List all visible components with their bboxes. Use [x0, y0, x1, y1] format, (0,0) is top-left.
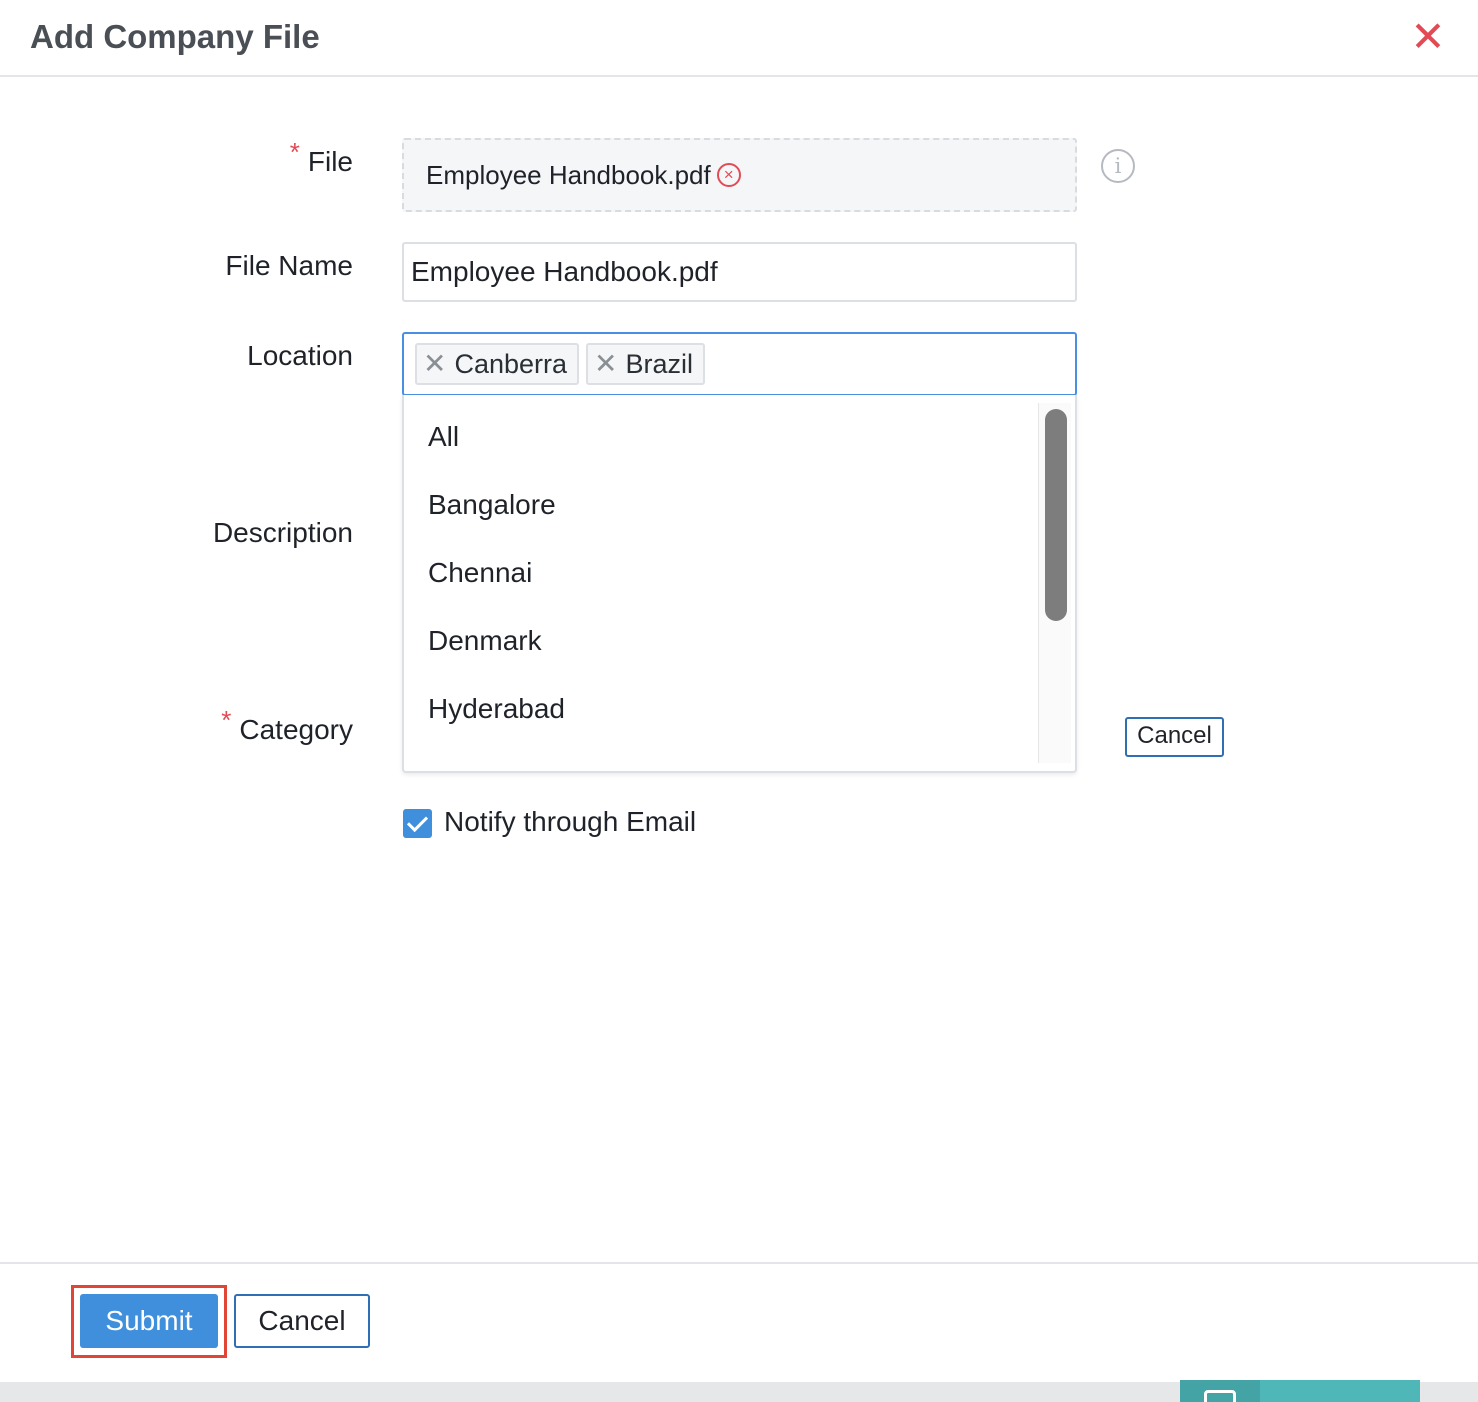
footer-divider	[0, 1262, 1478, 1264]
chat-icon	[1204, 1390, 1236, 1402]
remove-circle-icon[interactable]: ×	[716, 163, 741, 188]
scrollbar-thumb[interactable]	[1045, 409, 1067, 621]
required-marker: *	[221, 705, 232, 735]
x-icon[interactable]: ✕	[594, 348, 617, 379]
file-name-label: File Name	[225, 250, 353, 281]
location-dropdown: All Bangalore Chennai Denmark Hyderabad	[402, 395, 1077, 773]
location-option-chennai[interactable]: Chennai	[428, 557, 532, 589]
file-upload-area[interactable]: Employee Handbook.pdf ×	[402, 138, 1077, 212]
info-icon[interactable]: i	[1101, 149, 1135, 183]
category-label: * Category	[221, 705, 353, 745]
uploaded-file-chip: Employee Handbook.pdf ×	[426, 160, 741, 191]
location-option-denmark[interactable]: Denmark	[428, 625, 542, 657]
location-option-hyderabad[interactable]: Hyderabad	[428, 693, 565, 725]
submit-button[interactable]: Submit	[80, 1294, 218, 1348]
x-icon[interactable]: ✕	[423, 348, 446, 379]
tag-label: Brazil	[625, 349, 693, 379]
location-option-bangalore[interactable]: Bangalore	[428, 489, 556, 521]
notify-email-label[interactable]: Notify through Email	[444, 806, 696, 838]
close-icon[interactable]: ✕	[1408, 14, 1448, 60]
checkmark-icon[interactable]	[403, 809, 432, 838]
dropdown-scrollbar[interactable]	[1038, 403, 1071, 763]
location-label: Location	[247, 340, 353, 371]
cancel-button[interactable]: Cancel	[234, 1294, 370, 1348]
chat-icon-container	[1180, 1380, 1260, 1402]
file-name-input[interactable]	[402, 242, 1077, 302]
location-tag-brazil: ✕ Brazil	[586, 343, 705, 385]
location-tag-canberra: ✕ Canberra	[415, 343, 580, 385]
dialog-title: Add Company File	[30, 18, 320, 55]
location-multiselect[interactable]: ✕ Canberra ✕ Brazil	[402, 332, 1077, 396]
file-label: * File	[289, 137, 353, 177]
uploaded-file-name: Employee Handbook.pdf	[426, 160, 711, 190]
category-cancel-button[interactable]: Cancel	[1125, 717, 1224, 757]
tag-label: Canberra	[454, 349, 568, 379]
chat-widget[interactable]	[1180, 1380, 1420, 1402]
required-marker: *	[289, 137, 300, 167]
location-option-all[interactable]: All	[428, 421, 459, 453]
description-label: Description	[212, 517, 353, 548]
